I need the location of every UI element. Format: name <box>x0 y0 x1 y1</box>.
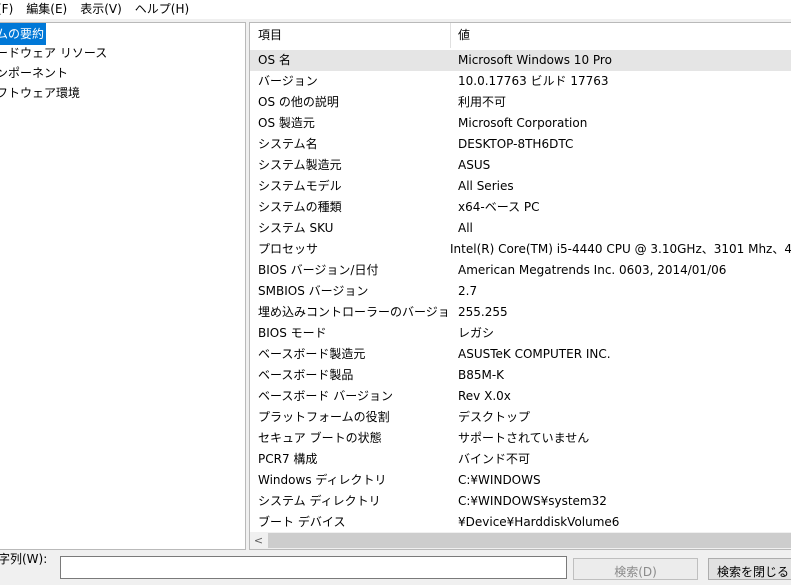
row-value-cell: C:¥WINDOWS¥system32 <box>458 494 607 508</box>
row-item-cell: BIOS バージョン/日付 <box>258 263 379 277</box>
row-value-cell: ASUS <box>458 158 491 172</box>
table-row[interactable]: システムの種類 x64-ベース PC <box>250 197 791 218</box>
row-item-cell: SMBIOS バージョン <box>258 284 369 298</box>
scrollbar-thumb[interactable] <box>268 533 791 548</box>
row-item-cell: システム ディレクトリ <box>258 494 381 508</box>
row-value-cell: 10.0.17763 ビルド 17763 <box>458 74 609 88</box>
table-row[interactable]: OS 名 Microsoft Windows 10 Pro <box>250 50 791 71</box>
menu-help[interactable]: ヘルプ(H) <box>135 0 194 19</box>
scroll-left-icon[interactable]: < <box>250 532 267 549</box>
row-item-cell: ベースボード製造元 <box>258 347 366 361</box>
table-row[interactable]: システム名 DESKTOP-8TH6DTC <box>250 134 791 155</box>
table-row[interactable]: プロセッサ Intel(R) Core(TM) i5-4440 CPU @ 3.1… <box>250 239 791 260</box>
close-search-button[interactable]: 検索を閉じる <box>708 558 791 580</box>
row-value-cell: レガシ <box>458 326 495 340</box>
table-row[interactable]: OS の他の説明 利用不可 <box>250 92 791 113</box>
row-value-cell: DESKTOP-8TH6DTC <box>458 137 574 151</box>
table-row[interactable]: SMBIOS バージョン 2.7 <box>250 281 791 302</box>
row-value-cell: B85M-K <box>458 368 505 382</box>
row-value-cell: Intel(R) Core(TM) i5-4440 CPU @ 3.10GHz、… <box>450 242 791 256</box>
row-item-cell: 埋め込みコントローラーのバージョン <box>258 305 451 319</box>
search-button[interactable]: 検索(D) <box>573 558 698 580</box>
table-row[interactable]: セキュア ブートの状態 サポートされていません <box>250 428 791 449</box>
find-label: 字列(W): <box>0 552 48 566</box>
row-value-cell: ¥Device¥HarddiskVolume6 <box>458 515 620 529</box>
table-row[interactable]: システム製造元 ASUS <box>250 155 791 176</box>
table-row[interactable]: PCR7 構成 バインド不可 <box>250 449 791 470</box>
table-row[interactable]: システムモデル All Series <box>250 176 791 197</box>
tree-item-label: ンポーネント <box>0 66 69 80</box>
table-row[interactable]: BIOS モード レガシ <box>250 323 791 344</box>
table-row[interactable]: システム SKU All <box>250 218 791 239</box>
row-item-cell: システムの種類 <box>258 200 342 214</box>
row-item-cell: システム SKU <box>258 221 334 235</box>
row-value-cell: Rev X.0x <box>458 389 511 403</box>
row-value-cell: Microsoft Windows 10 Pro <box>458 53 612 67</box>
tree-item-hardware-resources[interactable]: ードウェア リソース <box>0 43 245 63</box>
row-value-cell: All <box>458 221 473 235</box>
row-item-cell: プロセッサ <box>258 242 319 256</box>
menu-edit[interactable]: 編集(E) <box>26 0 72 19</box>
table-row[interactable]: 埋め込みコントローラーのバージョン 255.255 <box>250 302 791 323</box>
row-item-cell: PCR7 構成 <box>258 452 318 466</box>
tree-item-software-environment[interactable]: フトウェア環境 <box>0 83 245 103</box>
tree-item-system-summary[interactable]: ムの要約 <box>0 23 245 45</box>
row-item-cell: OS 製造元 <box>258 116 315 130</box>
find-input[interactable] <box>60 556 567 579</box>
table-row[interactable]: ベースボード製品 B85M-K <box>250 365 791 386</box>
row-item-cell: セキュア ブートの状態 <box>258 431 382 445</box>
table-row[interactable]: ベースボード バージョン Rev X.0x <box>250 386 791 407</box>
tree-item-label: ムの要約 <box>0 23 47 45</box>
row-value-cell: Microsoft Corporation <box>458 116 588 130</box>
row-value-cell: 利用不可 <box>458 95 507 109</box>
list-rows: OS 名 Microsoft Windows 10 Pro バージョン 10.0.17… <box>250 50 791 533</box>
table-row[interactable]: ブート デバイス ¥Device¥HarddiskVolume6 <box>250 512 791 533</box>
row-item-cell: ブート デバイス <box>258 515 346 529</box>
table-row[interactable]: Windows ディレクトリ C:¥WINDOWS <box>250 470 791 491</box>
row-value-cell: 255.255 <box>458 305 508 319</box>
row-item-cell: ベースボード製品 <box>258 368 354 382</box>
row-value-cell: サポートされていません <box>458 431 590 445</box>
table-row[interactable]: OS 製造元 Microsoft Corporation <box>250 113 791 134</box>
row-value-cell: x64-ベース PC <box>458 200 540 214</box>
table-row[interactable]: プラットフォームの役割 デスクトップ <box>250 407 791 428</box>
row-value-cell: デスクトップ <box>458 410 531 424</box>
row-value-cell: ASUSTeK COMPUTER INC. <box>458 347 611 361</box>
row-value-cell: 2.7 <box>458 284 478 298</box>
menu-bar: (F) 編集(E) 表示(V) ヘルプ(H) <box>0 0 791 19</box>
row-item-cell: バージョン <box>258 74 318 88</box>
row-item-cell: システム名 <box>258 137 318 151</box>
row-value-cell: All Series <box>458 179 514 193</box>
menu-view[interactable]: 表示(V) <box>80 0 127 19</box>
list-header: 項目 値 <box>250 23 791 48</box>
row-item-cell: Windows ディレクトリ <box>258 473 387 487</box>
table-row[interactable]: バージョン 10.0.17763 ビルド 17763 <box>250 71 791 92</box>
row-item-cell: システムモデル <box>258 179 342 193</box>
table-row[interactable]: システム ディレクトリ C:¥WINDOWS¥system32 <box>250 491 791 512</box>
details-list: 項目 値 OS 名 Microsoft Windows 10 Pro バージョン 10… <box>249 22 791 550</box>
row-value-cell: American Megatrends Inc. 0603, 2014/01/0… <box>458 263 727 277</box>
row-item-cell: ベースボード バージョン <box>258 389 393 403</box>
row-value-cell: C:¥WINDOWS <box>458 473 541 487</box>
tree-item-label: フトウェア環境 <box>0 86 81 100</box>
table-row[interactable]: BIOS バージョン/日付 American Megatrends Inc. 06… <box>250 260 791 281</box>
category-tree: ムの要約 ードウェア リソース ンポーネント フトウェア環境 <box>0 22 246 550</box>
row-item-cell: プラットフォームの役割 <box>258 410 390 424</box>
row-item-cell: OS 名 <box>258 53 291 67</box>
horizontal-scrollbar[interactable]: < <box>250 532 791 549</box>
row-item-cell: OS の他の説明 <box>258 95 339 109</box>
row-value-cell: バインド不可 <box>458 452 531 466</box>
menu-file[interactable]: (F) <box>0 0 18 19</box>
row-item-cell: システム製造元 <box>258 158 342 172</box>
table-row[interactable]: ベースボード製造元 ASUSTeK COMPUTER INC. <box>250 344 791 365</box>
column-header-item[interactable]: 項目 <box>250 23 451 48</box>
tree-item-label: ードウェア リソース <box>0 46 108 60</box>
column-header-value[interactable]: 値 <box>451 23 470 48</box>
tree-item-components[interactable]: ンポーネント <box>0 63 245 83</box>
row-item-cell: BIOS モード <box>258 326 327 340</box>
